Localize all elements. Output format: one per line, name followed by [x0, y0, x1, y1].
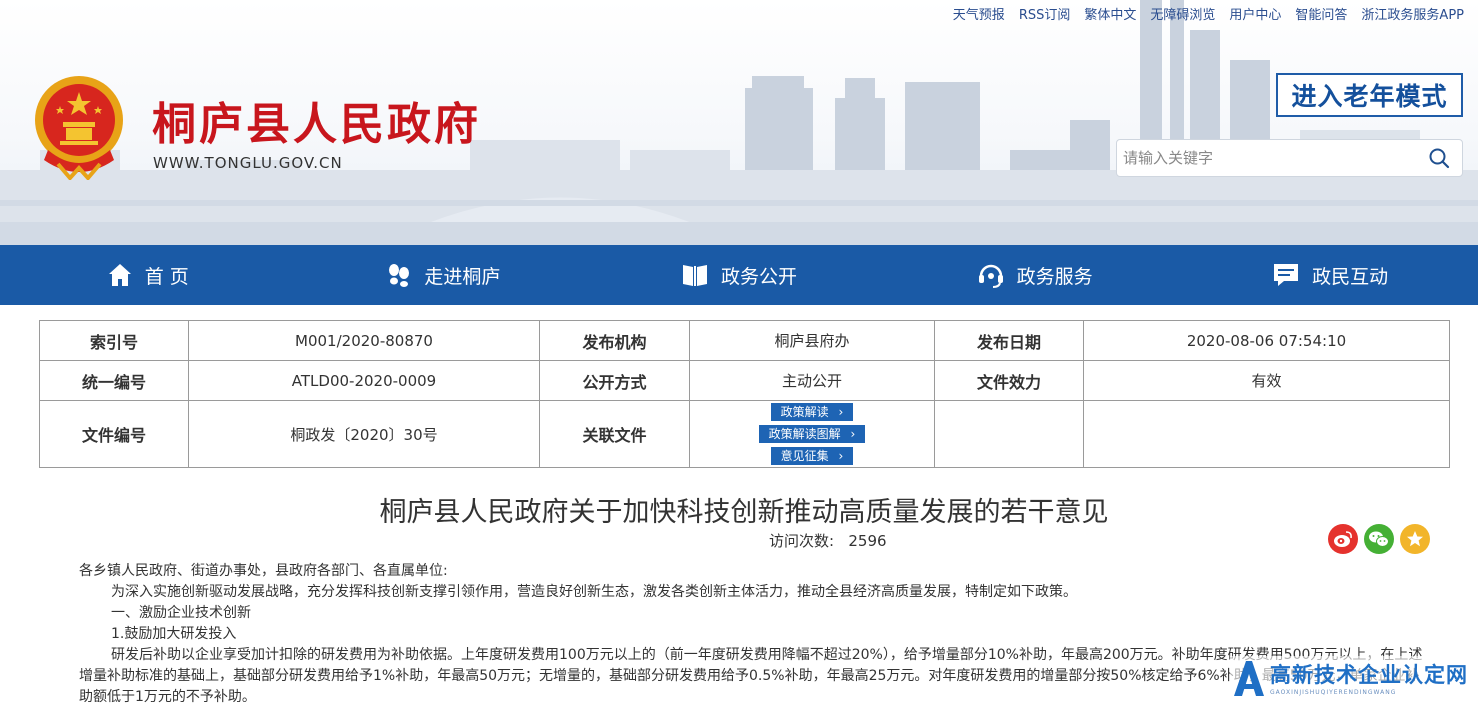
nav-government-affairs-open-label: 政务公开: [720, 265, 797, 288]
document-number-value: 桐政发〔2020〕30号: [188, 400, 540, 468]
document-validity-value: 有效: [1083, 360, 1450, 401]
nav-about-tonglu-label: 走进桐庐: [424, 265, 501, 288]
toplink-smart-qa[interactable]: 智能问答: [1295, 4, 1347, 23]
nav-home-label: 首 页: [144, 265, 189, 288]
index-number-label: 索引号: [39, 320, 189, 361]
open-book-icon: [682, 265, 707, 286]
search-input[interactable]: [1117, 142, 1424, 174]
index-number-value: M001/2020-80870: [188, 320, 540, 361]
top-links: 天气预报 RSS订阅 繁体中文 无障碍浏览 用户中心 智能问答 浙江政务服务AP…: [953, 4, 1464, 23]
salutation: 各乡镇人民政府、街道办事处，县政府各部门、各直属单位:: [79, 563, 448, 579]
home-icon: [108, 264, 131, 286]
disclosure-method-label: 公开方式: [539, 360, 690, 401]
visit-count-value: 2596: [848, 532, 887, 550]
unified-number-label: 统一编号: [39, 360, 189, 401]
issuing-agency-value: 桐庐县府办: [689, 320, 935, 361]
opinion-solicitation-link[interactable]: 意见征集: [770, 447, 854, 465]
nav-government-services[interactable]: 政务服务: [887, 245, 1183, 305]
nav-public-interaction-label: 政民互动: [1312, 265, 1389, 288]
table-row: 统一编号 ATLD00-2020-0009 公开方式 主动公开 文件效力 有效: [39, 360, 1450, 401]
publish-date-value: 2020-08-06 07:54:10: [1083, 320, 1450, 361]
message-icon: [1274, 264, 1299, 286]
favorite-star-icon[interactable]: [1400, 524, 1430, 554]
toplink-rss[interactable]: RSS订阅: [1019, 4, 1071, 23]
visit-count: 访问次数: 2596: [769, 530, 887, 551]
empty-cell: [934, 400, 1084, 468]
search-icon[interactable]: [1424, 143, 1454, 173]
table-row: 文件编号 桐政发〔2020〕30号 关联文件 政策解读 政策解读图解 意见征集: [39, 400, 1450, 468]
document-number-label: 文件编号: [39, 400, 189, 468]
article-paragraph: 为深入实施创新驱动发展战略，充分发挥科技创新支撑引领作用，营造良好创新生态，激发…: [111, 584, 1077, 600]
publish-date-label: 发布日期: [934, 320, 1084, 361]
national-emblem-icon: [35, 76, 123, 180]
watermark-subtext: GAOXINJISHUQIYERENDINGWANG: [1270, 689, 1397, 696]
toplink-user-center[interactable]: 用户中心: [1229, 4, 1281, 23]
document-validity-label: 文件效力: [934, 360, 1084, 401]
related-files-label: 关联文件: [539, 400, 690, 468]
section-heading: 一、激励企业技术创新: [111, 605, 251, 621]
toplink-weather[interactable]: 天气预报: [953, 4, 1005, 23]
unified-number-value: ATLD00-2020-0009: [188, 360, 540, 401]
issuing-agency-label: 发布机构: [539, 320, 690, 361]
subsection-heading: 1.鼓励加大研发投入: [111, 626, 237, 642]
site-header: 天气预报 RSS订阅 繁体中文 无障碍浏览 用户中心 智能问答 浙江政务服务AP…: [0, 0, 1478, 245]
visit-count-label: 访问次数:: [769, 532, 835, 550]
headset-icon: [978, 264, 1003, 288]
nav-government-services-label: 政务服务: [1016, 265, 1093, 288]
related-files-cell: 政策解读 政策解读图解 意见征集: [689, 400, 935, 468]
watermark-logo: 高新技术企业认定网 GAOXINJISHUQIYERENDINGWANG: [1230, 656, 1478, 699]
share-buttons: [1328, 524, 1430, 554]
nav-public-interaction[interactable]: 政民互动: [1182, 245, 1478, 305]
wechat-share-icon[interactable]: [1364, 524, 1394, 554]
article-body: 各乡镇人民政府、街道办事处，县政府各部门、各直属单位: 为深入实施创新驱动发展战…: [79, 561, 1424, 708]
empty-cell: [1083, 400, 1450, 468]
watermark-a-icon: [1234, 660, 1264, 696]
nav-about-tonglu[interactable]: 走进桐庐: [296, 245, 592, 305]
policy-interpretation-link[interactable]: 政策解读: [770, 403, 854, 421]
disclosure-method-value: 主动公开: [689, 360, 935, 401]
article-title: 桐庐县人民政府关于加快科技创新推动高质量发展的若干意见: [379, 497, 1109, 528]
policy-interpretation-graphic-link[interactable]: 政策解读图解: [758, 425, 866, 443]
document-metadata-table: 索引号 M001/2020-80870 发布机构 桐庐县府办 发布日期 2020…: [39, 320, 1450, 468]
toplink-accessibility[interactable]: 无障碍浏览: [1150, 4, 1215, 23]
toplink-zhejiang-app[interactable]: 浙江政务服务APP: [1361, 4, 1464, 23]
weibo-share-icon[interactable]: [1328, 524, 1358, 554]
nav-government-affairs-open[interactable]: 政务公开: [591, 245, 887, 305]
search-box: [1116, 139, 1463, 177]
site-url: WWW.TONGLU.GOV.CN: [153, 154, 343, 172]
table-row: 索引号 M001/2020-80870 发布机构 桐庐县府办 发布日期 2020…: [39, 320, 1450, 361]
site-title: 桐庐县人民政府: [152, 99, 481, 150]
watermark-text: 高新技术企业认定网: [1270, 663, 1468, 687]
footprints-icon: [389, 264, 410, 287]
elder-mode-button[interactable]: 进入老年模式: [1276, 73, 1463, 117]
nav-home[interactable]: 首 页: [0, 245, 296, 305]
main-nav: 首 页 走进桐庐 政务公开 政务服务 政民互动: [0, 245, 1478, 305]
toplink-traditional-chinese[interactable]: 繁体中文: [1084, 4, 1136, 23]
